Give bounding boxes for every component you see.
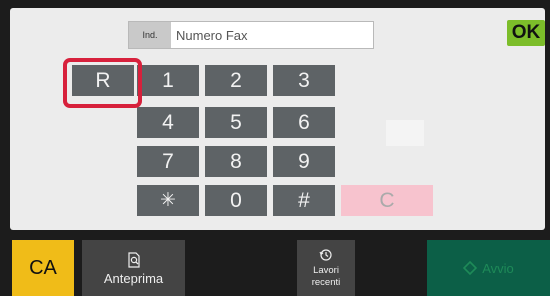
start-label: Avvio: [482, 260, 514, 276]
recent-jobs-label-line2: recenti: [311, 276, 341, 288]
key-7[interactable]: 7: [137, 146, 199, 177]
address-bar: Ind.: [128, 21, 374, 49]
key-star[interactable]: ✳: [137, 185, 199, 216]
recent-jobs-label-line1: Lavori: [313, 265, 339, 277]
fax-number-input[interactable]: [171, 22, 373, 48]
fax-screen: Ind. OK R 1 2 3 4 5 6 7 8 9 ✳ 0 # C CA A…: [0, 0, 550, 296]
key-1[interactable]: 1: [137, 65, 199, 96]
key-4[interactable]: 4: [137, 107, 199, 138]
start-button[interactable]: Avvio: [427, 240, 550, 296]
key-3[interactable]: 3: [273, 65, 335, 96]
recent-jobs-button[interactable]: Lavori recenti: [297, 240, 355, 296]
blank-key: [386, 120, 424, 146]
dial-panel: Ind. OK R 1 2 3 4 5 6 7 8 9 ✳ 0 # C: [10, 8, 545, 230]
key-9[interactable]: 9: [273, 146, 335, 177]
key-8[interactable]: 8: [205, 146, 267, 177]
key-r-highlight: [63, 58, 142, 108]
ca-button[interactable]: CA: [12, 240, 74, 296]
key-hash[interactable]: #: [273, 185, 335, 216]
address-type-button[interactable]: Ind.: [129, 22, 171, 48]
key-6[interactable]: 6: [273, 107, 335, 138]
preview-label: Anteprima: [103, 271, 164, 286]
key-5[interactable]: 5: [205, 107, 267, 138]
key-0[interactable]: 0: [205, 185, 267, 216]
clear-button[interactable]: C: [341, 185, 433, 216]
magnifier-document-icon: [127, 252, 140, 268]
key-2[interactable]: 2: [205, 65, 267, 96]
history-clock-icon: [319, 249, 332, 261]
preview-button[interactable]: Anteprima: [82, 240, 185, 296]
ok-button[interactable]: OK: [507, 20, 545, 46]
diamond-start-icon: [463, 261, 478, 275]
